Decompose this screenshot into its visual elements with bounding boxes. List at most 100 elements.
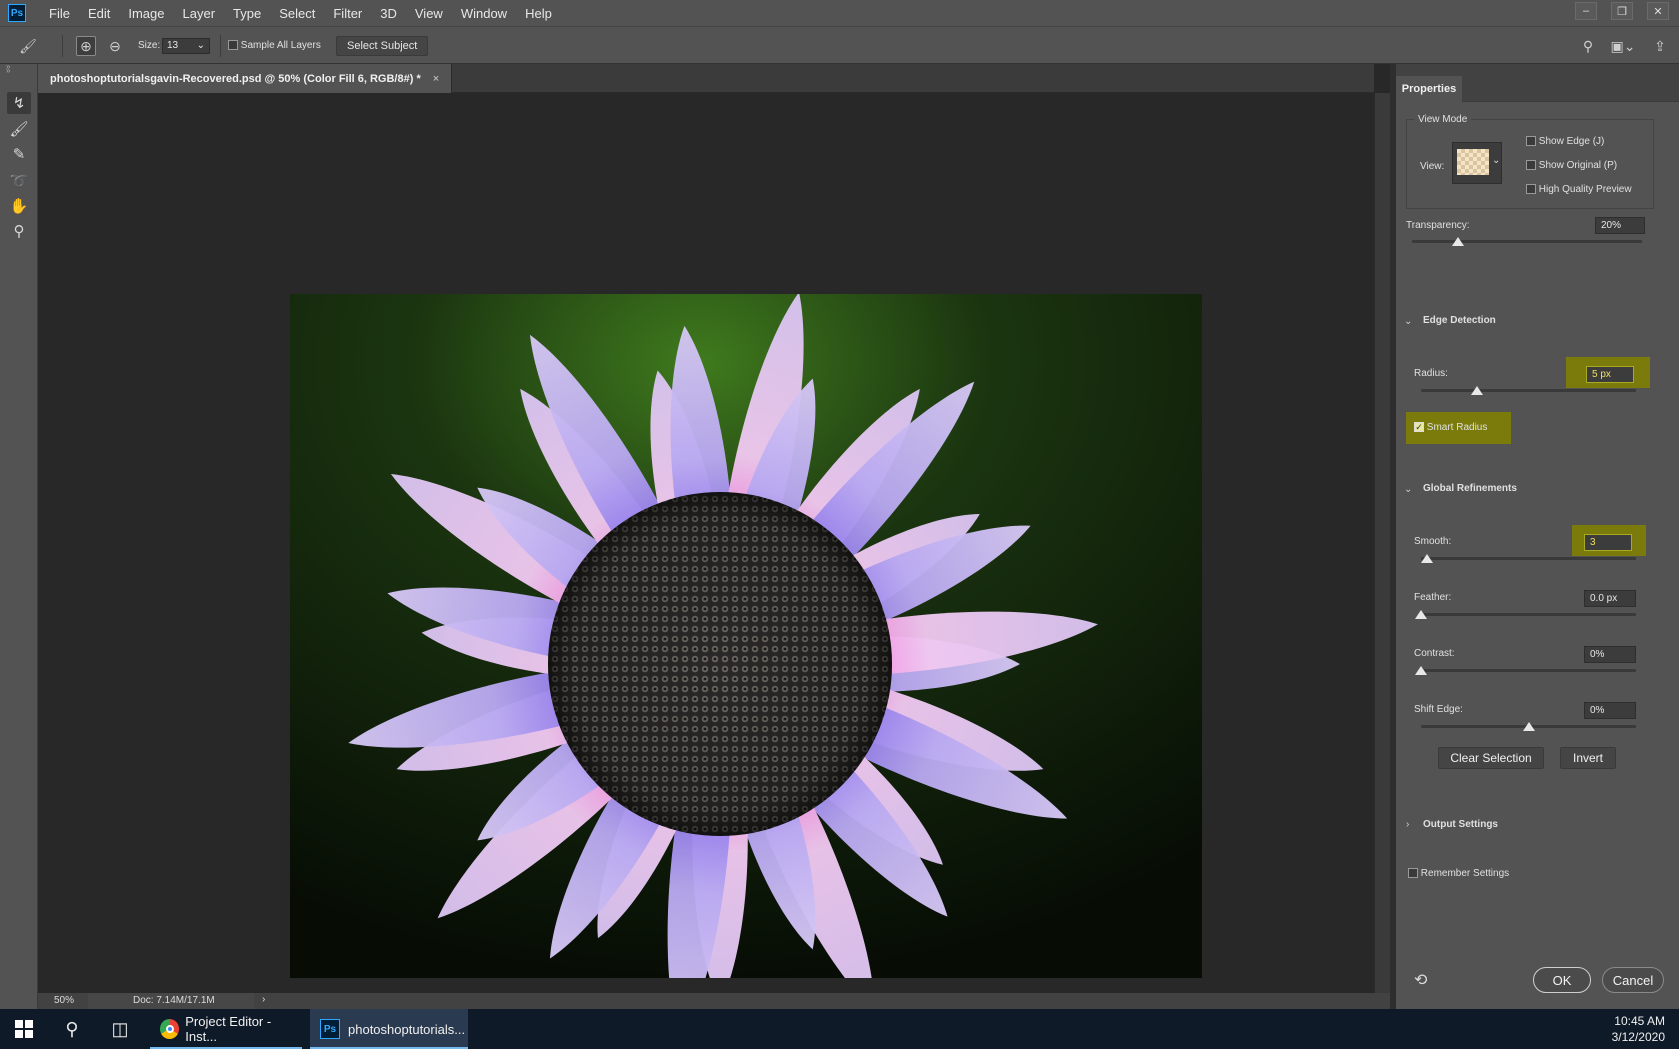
- smooth-slider-thumb[interactable]: [1421, 554, 1434, 563]
- chevron-right-icon[interactable]: ›: [1406, 819, 1409, 830]
- remember-settings-label: Remember Settings: [1420, 868, 1510, 879]
- clock-time: 10:45 AM: [1614, 1014, 1665, 1028]
- refine-edge-brush-tool-icon[interactable]: 🖌: [7, 118, 31, 140]
- restore-icon[interactable]: ❐: [1611, 2, 1633, 20]
- shift-edge-slider-thumb[interactable]: [1522, 722, 1535, 731]
- quick-selection-tool-icon[interactable]: ↯: [7, 92, 31, 114]
- chevron-down-icon: ⌄: [196, 40, 205, 51]
- menu-edit[interactable]: Edit: [79, 6, 119, 21]
- zoom-level[interactable]: 50%: [54, 995, 74, 1006]
- sample-all-layers-checkbox[interactable]: Sample All Layers: [228, 40, 321, 51]
- taskbar-app-chrome[interactable]: Project Editor - Inst...: [150, 1009, 302, 1049]
- edge-detection-title[interactable]: Edge Detection: [1423, 315, 1496, 326]
- checkbox-icon: [1526, 160, 1536, 171]
- checkbox-icon: [1526, 184, 1536, 195]
- hand-tool-icon[interactable]: ✋: [7, 195, 31, 217]
- search-icon[interactable]: ⚲: [1578, 36, 1598, 56]
- feather-label: Feather:: [1414, 592, 1452, 603]
- refine-edge-brush-preset-icon[interactable]: 🖌: [18, 36, 38, 56]
- menu-image[interactable]: Image: [119, 6, 173, 21]
- menu-file[interactable]: File: [40, 6, 79, 21]
- show-edge-checkbox[interactable]: Show Edge (J): [1526, 136, 1604, 147]
- document-tab[interactable]: photoshoptutorialsgavin-Recovered.psd @ …: [38, 64, 453, 93]
- brush-tool-icon[interactable]: ✎: [7, 143, 31, 165]
- taskbar-app-label: photoshoptutorials...: [348, 1021, 466, 1037]
- windows-start-icon[interactable]: [0, 1009, 48, 1049]
- global-refinements-title[interactable]: Global Refinements: [1423, 483, 1517, 494]
- menu-bar: Ps File Edit Image Layer Type Select Fil…: [0, 0, 1679, 26]
- contrast-slider[interactable]: [1415, 666, 1636, 675]
- size-label: Size:: [138, 40, 161, 51]
- chevron-down-icon[interactable]: ⌄: [1404, 316, 1412, 327]
- cancel-button[interactable]: Cancel: [1602, 967, 1664, 993]
- taskbar-app-photoshop[interactable]: Ps photoshoptutorials...: [310, 1009, 468, 1049]
- transparency-slider-thumb[interactable]: [1452, 237, 1464, 246]
- smooth-label: Smooth:: [1414, 536, 1452, 547]
- size-input[interactable]: 13 ⌄: [162, 38, 210, 54]
- status-menu-arrow-icon[interactable]: ›: [262, 994, 265, 1005]
- high-quality-preview-checkbox[interactable]: High Quality Preview: [1526, 184, 1632, 195]
- feather-slider-thumb[interactable]: [1415, 610, 1427, 619]
- sunflower-image: [290, 294, 1202, 978]
- feather-slider[interactable]: [1415, 610, 1636, 619]
- smart-radius-checkbox[interactable]: ✓ Smart Radius: [1414, 422, 1487, 433]
- lasso-tool-icon[interactable]: ➰: [7, 170, 31, 192]
- zoom-tool-icon[interactable]: ⚲: [7, 220, 31, 242]
- clear-selection-button[interactable]: Clear Selection: [1438, 747, 1544, 769]
- show-original-checkbox[interactable]: Show Original (P): [1526, 160, 1617, 171]
- subtract-from-selection-icon[interactable]: ⊖: [105, 36, 125, 56]
- view-mode-title: View Mode: [1414, 114, 1472, 125]
- document-tab-title: photoshoptutorialsgavin-Recovered.psd @ …: [50, 72, 421, 85]
- radius-input[interactable]: 5 px: [1586, 366, 1634, 383]
- tab-properties[interactable]: Properties: [1396, 76, 1462, 102]
- shift-edge-slider[interactable]: [1421, 722, 1636, 731]
- menu-layer[interactable]: Layer: [174, 6, 225, 21]
- divider: [220, 35, 221, 57]
- menu-type[interactable]: Type: [224, 6, 270, 21]
- system-clock[interactable]: 10:45 AM 3/12/2020: [1612, 1013, 1665, 1045]
- checkbox-icon: [1526, 136, 1536, 147]
- smooth-slider[interactable]: [1421, 554, 1636, 563]
- view-mode-dropdown[interactable]: ⌄: [1452, 142, 1502, 184]
- view-mode-preview-icon: [1457, 149, 1489, 175]
- task-view-icon[interactable]: ◫: [96, 1009, 144, 1049]
- contrast-input[interactable]: 0%: [1584, 646, 1636, 663]
- vertical-scrollbar[interactable]: [1374, 93, 1390, 993]
- canvas-area[interactable]: [38, 93, 1374, 993]
- taskbar-app-label: Project Editor - Inst...: [185, 1014, 272, 1044]
- radius-slider-thumb[interactable]: [1470, 386, 1483, 395]
- invert-button[interactable]: Invert: [1560, 747, 1616, 769]
- menu-select[interactable]: Select: [270, 6, 324, 21]
- shift-edge-input[interactable]: 0%: [1584, 702, 1636, 719]
- sample-all-layers-label: Sample All Layers: [240, 40, 321, 51]
- menu-filter[interactable]: Filter: [324, 6, 371, 21]
- share-icon[interactable]: ⇪: [1650, 36, 1670, 56]
- feather-input[interactable]: 0.0 px: [1584, 590, 1636, 607]
- checkbox-icon: [1408, 868, 1418, 879]
- menu-window[interactable]: Window: [452, 6, 516, 21]
- output-settings-title[interactable]: Output Settings: [1423, 819, 1498, 830]
- transparency-input[interactable]: 20%: [1595, 217, 1645, 234]
- smooth-input[interactable]: 3: [1584, 534, 1632, 551]
- chevron-down-icon[interactable]: ⌄: [1404, 484, 1412, 495]
- close-icon[interactable]: ✕: [1647, 2, 1669, 20]
- transparency-slider[interactable]: [1412, 237, 1642, 246]
- radius-slider[interactable]: [1421, 386, 1636, 395]
- menu-view[interactable]: View: [406, 6, 452, 21]
- collapse-arrows-icon[interactable]: »: [0, 62, 38, 71]
- search-icon[interactable]: ⚲: [48, 1009, 96, 1049]
- minimize-icon[interactable]: –: [1575, 2, 1597, 20]
- menu-3d[interactable]: 3D: [371, 6, 406, 21]
- close-icon[interactable]: ×: [433, 73, 439, 85]
- shift-edge-label: Shift Edge:: [1414, 704, 1463, 715]
- status-bar: 50% Doc: 7.14M/17.1M ›: [38, 993, 1390, 1009]
- contrast-slider-thumb[interactable]: [1415, 666, 1427, 675]
- properties-panel: Properties View Mode View: ⌄ Show Edge (…: [1396, 64, 1679, 1009]
- menu-help[interactable]: Help: [516, 6, 561, 21]
- select-subject-button[interactable]: Select Subject: [336, 36, 429, 56]
- workspace-icon[interactable]: ▣⌄: [1608, 36, 1638, 56]
- remember-settings-checkbox[interactable]: Remember Settings: [1408, 868, 1509, 879]
- add-to-selection-icon[interactable]: ⊕: [76, 36, 96, 56]
- reset-icon[interactable]: ⟲: [1414, 970, 1427, 990]
- ok-button[interactable]: OK: [1533, 967, 1591, 993]
